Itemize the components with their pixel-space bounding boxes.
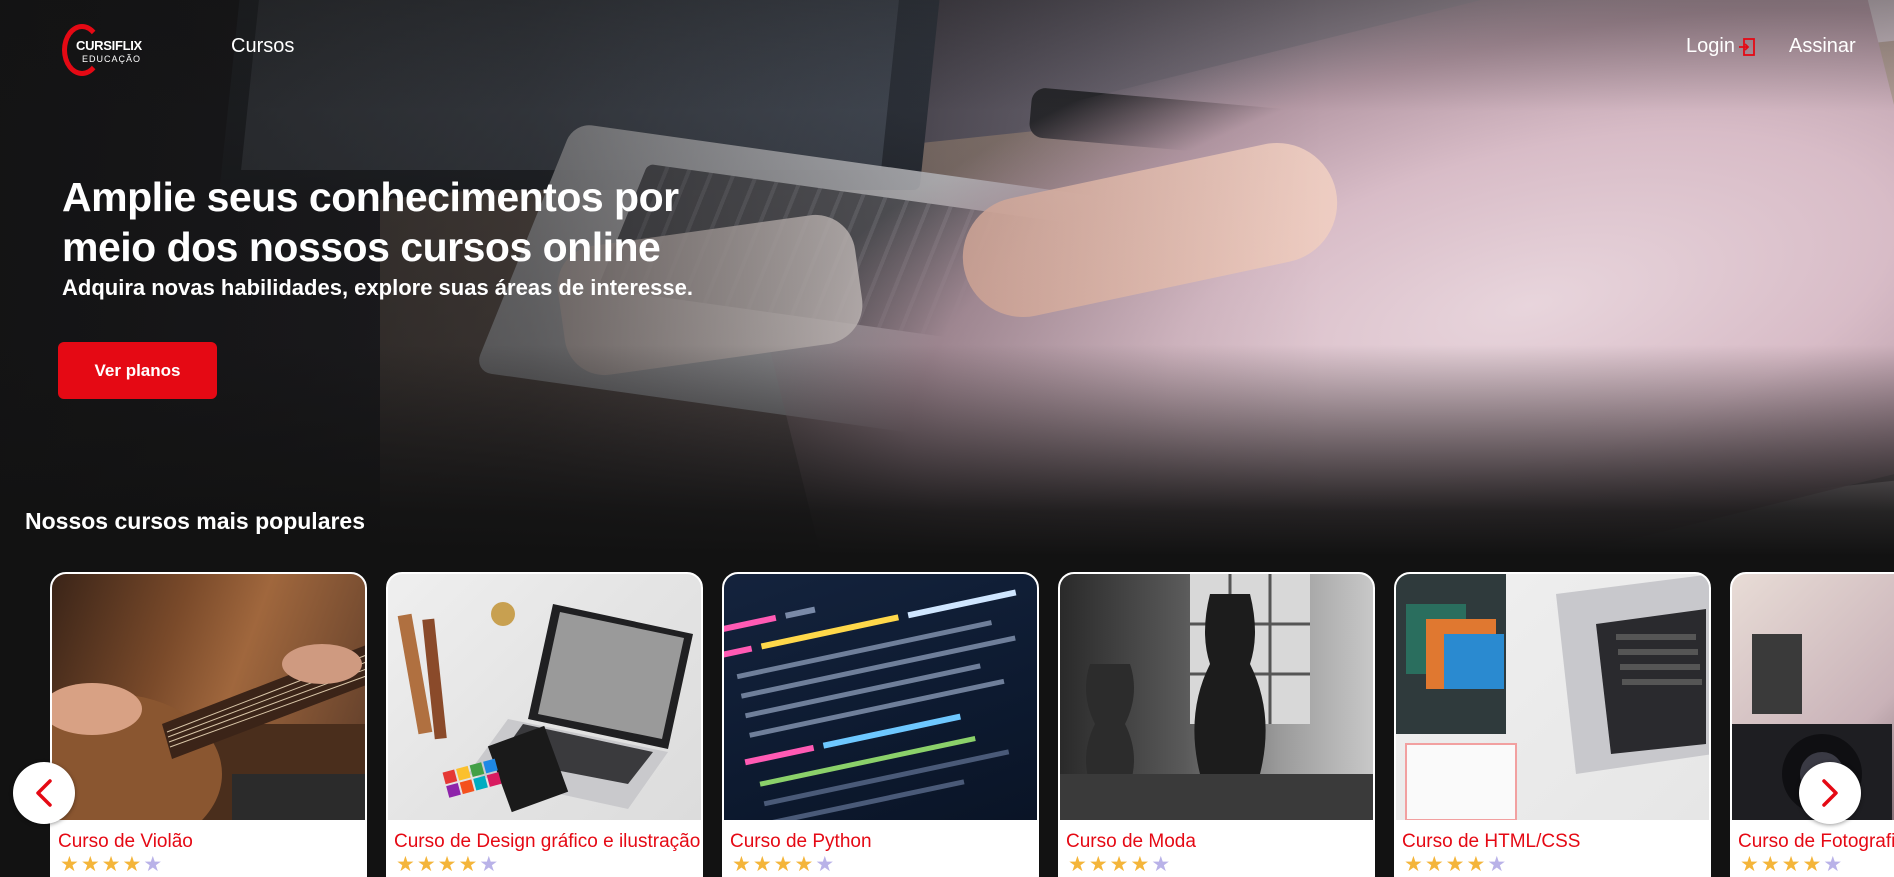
star-filled-icon: ★ bbox=[1109, 853, 1131, 876]
course-title: Curso de HTML/CSS bbox=[1402, 831, 1581, 852]
star-filled-icon: ★ bbox=[101, 853, 123, 876]
star-filled-icon: ★ bbox=[732, 853, 753, 876]
course-card-violao[interactable]: Curso de Violão ★★★★★ bbox=[50, 572, 367, 877]
star-filled-icon: ★ bbox=[1740, 853, 1761, 876]
course-rating-stars: ★★★★★ bbox=[732, 852, 836, 877]
login-icon bbox=[1738, 37, 1755, 56]
carousel-prev-button[interactable] bbox=[13, 762, 75, 824]
course-card-html-css[interactable]: Curso de HTML/CSS ★★★★★ bbox=[1394, 572, 1711, 877]
star-filled-icon: ★ bbox=[773, 853, 795, 876]
star-empty-icon: ★ bbox=[815, 853, 837, 876]
star-filled-icon: ★ bbox=[458, 853, 480, 876]
course-title: Curso de Violão bbox=[58, 831, 193, 852]
star-filled-icon: ★ bbox=[396, 853, 417, 876]
course-image-html-css bbox=[1396, 574, 1709, 820]
star-filled-icon: ★ bbox=[437, 853, 459, 876]
star-filled-icon: ★ bbox=[1466, 853, 1488, 876]
course-rating-stars: ★★★★★ bbox=[396, 852, 500, 877]
star-filled-icon: ★ bbox=[752, 853, 774, 876]
star-filled-icon: ★ bbox=[1130, 853, 1152, 876]
course-card-python[interactable]: Curso de Python ★★★★★ bbox=[722, 572, 1039, 877]
star-empty-icon: ★ bbox=[1151, 853, 1173, 876]
star-filled-icon: ★ bbox=[1760, 853, 1782, 876]
star-filled-icon: ★ bbox=[60, 853, 81, 876]
logo-text-bottom: EDUCAÇÃO bbox=[82, 54, 142, 64]
star-filled-icon: ★ bbox=[794, 853, 816, 876]
course-image-violao bbox=[52, 574, 365, 820]
ver-planos-button[interactable]: Ver planos bbox=[58, 342, 217, 399]
star-filled-icon: ★ bbox=[1068, 853, 1089, 876]
hero-title: Amplie seus conhecimentos por meio dos n… bbox=[62, 174, 679, 270]
chevron-right-icon bbox=[1822, 779, 1838, 807]
nav-link-cursos[interactable]: Cursos bbox=[231, 35, 294, 58]
course-title: Curso de Fotografia bbox=[1738, 831, 1894, 852]
course-title: Curso de Design gráfico e ilustração bbox=[394, 831, 701, 852]
star-filled-icon: ★ bbox=[1781, 853, 1803, 876]
course-title: Curso de Python bbox=[730, 831, 872, 852]
hero-subtitle: Adquira novas habilidades, explore suas … bbox=[62, 275, 693, 300]
star-empty-icon: ★ bbox=[143, 853, 165, 876]
nav-link-assinar[interactable]: Assinar bbox=[1789, 35, 1856, 58]
login-label: Login bbox=[1686, 35, 1735, 57]
course-title: Curso de Moda bbox=[1066, 831, 1196, 852]
star-filled-icon: ★ bbox=[1445, 853, 1467, 876]
popular-courses-heading: Nossos cursos mais populares bbox=[25, 508, 366, 534]
course-image-moda bbox=[1060, 574, 1373, 820]
nav-link-login[interactable]: Login bbox=[1686, 35, 1755, 58]
course-card-fotografia[interactable]: Curso de Fotografia ★★★★★ bbox=[1730, 572, 1894, 877]
star-filled-icon: ★ bbox=[1088, 853, 1110, 876]
course-rating-stars: ★★★★★ bbox=[1740, 852, 1844, 877]
star-filled-icon: ★ bbox=[1802, 853, 1824, 876]
page: CURSIFLIX EDUCAÇÃO Cursos Login Assinar … bbox=[0, 0, 1894, 877]
top-navigation: CURSIFLIX EDUCAÇÃO Cursos Login Assinar bbox=[0, 0, 1894, 96]
cursiflix-logo[interactable]: CURSIFLIX EDUCAÇÃO bbox=[62, 24, 148, 76]
chevron-left-icon bbox=[36, 779, 52, 807]
star-empty-icon: ★ bbox=[479, 853, 501, 876]
course-rating-stars: ★★★★★ bbox=[1404, 852, 1508, 877]
course-rating-stars: ★★★★★ bbox=[60, 852, 164, 877]
star-filled-icon: ★ bbox=[1424, 853, 1446, 876]
course-card-moda[interactable]: Curso de Moda ★★★★★ bbox=[1058, 572, 1375, 877]
course-image-python bbox=[724, 574, 1037, 820]
course-image-design bbox=[388, 574, 701, 820]
star-empty-icon: ★ bbox=[1487, 853, 1509, 876]
star-filled-icon: ★ bbox=[416, 853, 438, 876]
courses-carousel: Curso de Violão ★★★★★ Curso de Design gr… bbox=[0, 572, 1894, 877]
course-rating-stars: ★★★★★ bbox=[1068, 852, 1172, 877]
course-card-design[interactable]: Curso de Design gráfico e ilustração ★★★… bbox=[386, 572, 703, 877]
star-filled-icon: ★ bbox=[80, 853, 102, 876]
star-filled-icon: ★ bbox=[122, 853, 144, 876]
star-empty-icon: ★ bbox=[1823, 853, 1845, 876]
star-filled-icon: ★ bbox=[1404, 853, 1425, 876]
logo-text-top: CURSIFLIX bbox=[76, 38, 142, 53]
carousel-next-button[interactable] bbox=[1799, 762, 1861, 824]
